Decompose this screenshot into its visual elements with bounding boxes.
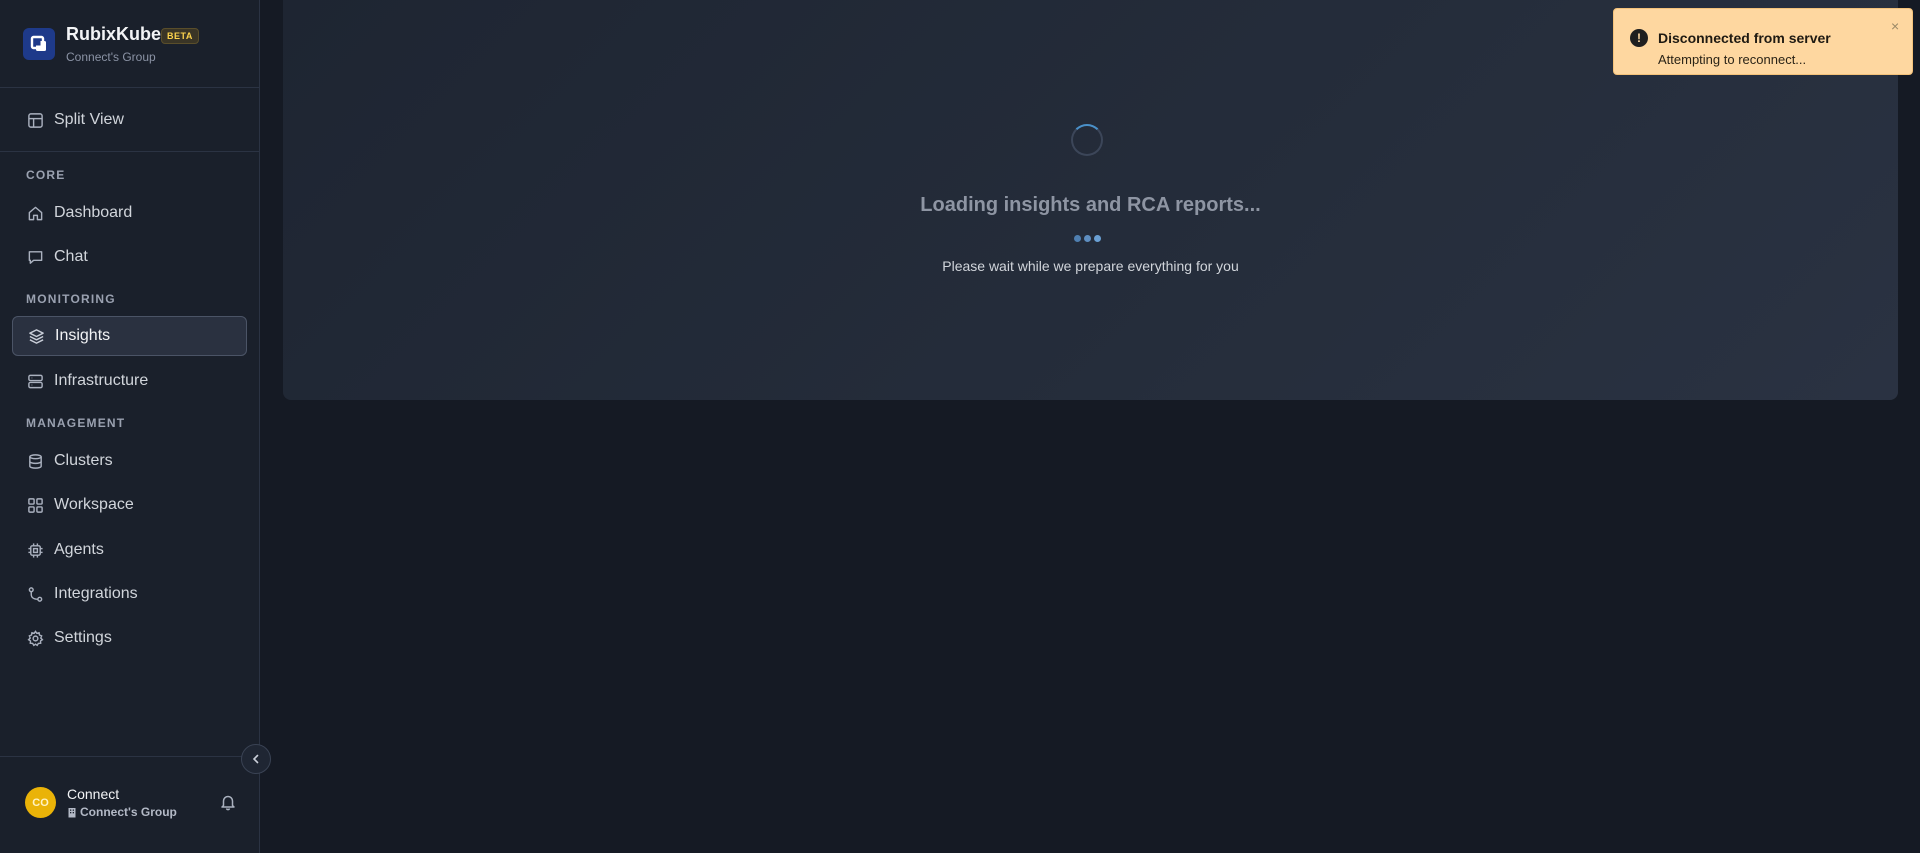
loading-dot <box>1074 235 1081 242</box>
sidebar-item-dashboard[interactable]: Dashboard <box>12 193 247 233</box>
split-view-section: Split View <box>0 88 259 152</box>
exclamation-icon: ! <box>1630 29 1648 47</box>
user-name: Connect <box>67 786 120 802</box>
loading-subtitle: Please wait while we prepare everything … <box>942 258 1239 274</box>
split-view-button[interactable]: Split View <box>12 100 247 140</box>
chat-bubble-icon <box>26 248 44 266</box>
loading-dot <box>1084 235 1091 242</box>
sidebar-item-settings[interactable]: Settings <box>12 618 247 658</box>
brand-name: RubixKube <box>66 24 162 44</box>
home-icon <box>26 204 44 222</box>
user-profile[interactable]: CO Connect Connect's Group <box>0 756 259 853</box>
sidebar-item-agents[interactable]: Agents <box>12 530 247 570</box>
toast-title: Disconnected from server <box>1658 30 1831 46</box>
close-icon[interactable]: × <box>1891 18 1899 34</box>
loading-title: Loading insights and RCA reports... <box>920 194 1261 216</box>
section-monitoring: MONITORING <box>26 292 116 306</box>
sidebar-item-chat[interactable]: Chat <box>12 237 247 277</box>
beta-badge: BETA <box>161 28 199 44</box>
avatar[interactable]: CO <box>25 787 56 818</box>
database-icon <box>26 452 44 470</box>
user-group: Connect's Group <box>67 805 177 819</box>
server-icon <box>26 372 44 390</box>
brand-header: RubixKube BETA Connect's Group <box>0 0 259 88</box>
layout-icon <box>26 111 44 129</box>
split-view-label: Split View <box>54 111 124 128</box>
rubixkube-logo-icon[interactable] <box>23 28 55 60</box>
bell-icon[interactable] <box>219 793 237 811</box>
sidebar-item-label: Infrastructure <box>54 372 149 389</box>
sidebar-item-label: Agents <box>54 541 104 558</box>
loading-dots <box>1074 235 1101 242</box>
section-management: MANAGEMENT <box>26 416 126 430</box>
chevron-left-icon <box>251 754 261 764</box>
git-branch-icon <box>26 585 44 603</box>
sidebar-item-integrations[interactable]: Integrations <box>12 574 247 614</box>
sidebar-item-label: Integrations <box>54 585 138 602</box>
sidebar-item-infrastructure[interactable]: Infrastructure <box>12 361 247 401</box>
sidebar-item-label: Chat <box>54 248 88 265</box>
sidebar-item-label: Settings <box>54 629 112 646</box>
disconnect-toast: ! Disconnected from server Attempting to… <box>1613 8 1913 75</box>
sidebar-item-clusters[interactable]: Clusters <box>12 441 247 481</box>
toast-message: Attempting to reconnect... <box>1658 52 1807 67</box>
sidebar: RubixKube BETA Connect's Group Split Vie… <box>0 0 260 853</box>
app: RubixKube BETA Connect's Group Split Vie… <box>0 0 1920 853</box>
cpu-chip-icon <box>26 541 44 559</box>
section-core: CORE <box>26 168 66 182</box>
loading-dot <box>1094 235 1101 242</box>
sidebar-item-label: Workspace <box>54 496 134 513</box>
layers-icon <box>27 327 45 345</box>
sidebar-item-label: Dashboard <box>54 204 133 221</box>
sidebar-item-label: Insights <box>55 327 111 344</box>
sidebar-item-label: Clusters <box>54 452 113 469</box>
brand-group: Connect's Group <box>66 50 156 64</box>
sidebar-item-workspace[interactable]: Workspace <box>12 485 247 525</box>
collapse-sidebar-button[interactable] <box>241 744 271 774</box>
sidebar-item-insights[interactable]: Insights <box>12 316 247 356</box>
grid-icon <box>26 496 44 514</box>
building-icon <box>67 807 77 818</box>
user-group-label: Connect's Group <box>80 805 177 819</box>
loading-spinner-icon <box>1071 124 1103 156</box>
gear-icon <box>26 629 44 647</box>
